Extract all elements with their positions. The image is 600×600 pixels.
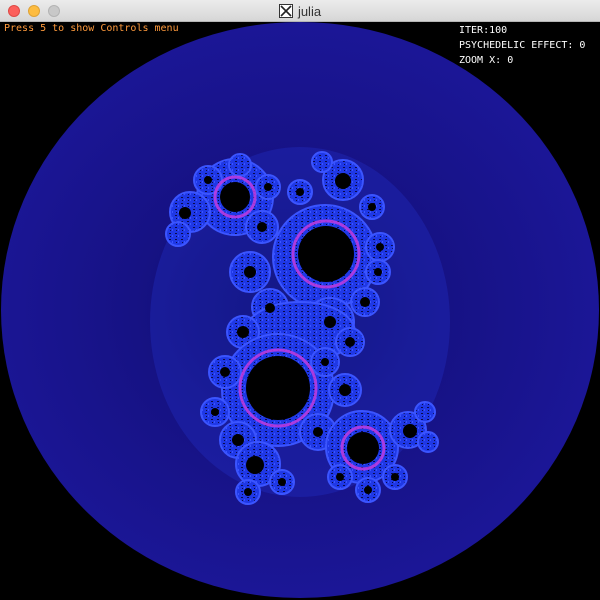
app-window: julia Press 5 to show Controls menu ITER… bbox=[0, 0, 600, 600]
status-panel: ITER:100 PSYCHEDELIC EFFECT: 0 ZOOM X: 0 bbox=[459, 23, 585, 68]
zoom-readout: ZOOM X: 0 bbox=[459, 53, 585, 68]
title-bar[interactable]: julia bbox=[0, 0, 600, 22]
render-canvas[interactable]: Press 5 to show Controls menu ITER:100 P… bbox=[0, 22, 600, 600]
iteration-readout: ITER:100 bbox=[459, 23, 585, 38]
zoom-value: 0 bbox=[507, 55, 514, 66]
psychedelic-label: PSYCHEDELIC EFFECT: bbox=[459, 40, 574, 51]
iteration-label: ITER: bbox=[459, 25, 490, 36]
minimize-window-button[interactable] bbox=[28, 5, 40, 17]
iteration-value: 100 bbox=[489, 25, 508, 36]
close-window-button[interactable] bbox=[8, 5, 20, 17]
controls-hint: Press 5 to show Controls menu bbox=[4, 23, 179, 34]
zoom-window-button[interactable] bbox=[48, 5, 60, 17]
psychedelic-readout: PSYCHEDELIC EFFECT: 0 bbox=[459, 38, 585, 53]
x11-icon bbox=[278, 4, 293, 18]
julia-fractal bbox=[150, 147, 450, 505]
window-title: julia bbox=[297, 3, 322, 19]
psychedelic-value: 0 bbox=[579, 40, 586, 51]
zoom-label: ZOOM X: bbox=[459, 55, 502, 66]
